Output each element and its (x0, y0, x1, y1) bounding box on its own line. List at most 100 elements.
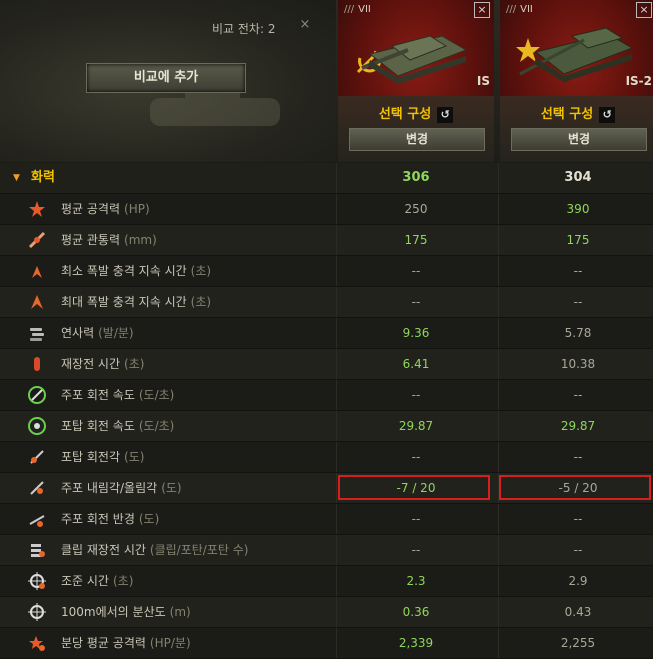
add-to-compare-button[interactable]: 비교에 추가 (86, 63, 246, 93)
stat-label: 클립 재장전 시간 (클립/포탄/포탄 수) (61, 543, 249, 557)
stat-row: 연사력 (발/분) 9.36 5.78 (0, 318, 653, 349)
rate-of-fire-icon (30, 328, 44, 341)
stat-value: 5.78 (564, 326, 592, 340)
gun-arc-icon (29, 515, 45, 527)
stat-label: 재장전 시간 (초) (61, 357, 145, 371)
stat-row: 100m에서의 분산도 (m) 0.36 0.43 (0, 597, 653, 628)
stat-unit: (초) (124, 357, 145, 371)
stat-unit: (도/초) (138, 419, 175, 433)
stat-row: 포탑 회전 속도 (도/초) 29.87 29.87 (0, 411, 653, 442)
stat-value: 2.3 (406, 574, 426, 588)
stat-label: 포탑 회전각 (도) (61, 450, 145, 464)
stat-value: 0.36 (402, 605, 430, 619)
stat-row: 주포 회전 반경 (도) -- -- (0, 504, 653, 535)
stat-value: 9.36 (402, 326, 430, 340)
tank-name: IS (476, 74, 490, 88)
card-footer: 선택 구성 ↺ 변경 (338, 96, 494, 162)
section-firepower[interactable]: ▼ 화력 306 304 (0, 163, 653, 194)
stat-value: 29.87 (398, 419, 434, 433)
stat-label: 평균 공격력 (HP) (61, 202, 150, 216)
section-value: 304 (564, 170, 592, 185)
elevation-icon (30, 481, 44, 495)
stat-unit: (초) (112, 574, 134, 588)
stat-row: 주포 내림각/올림각 (도) -7 / 20 -5 / 20 (0, 473, 653, 504)
clear-compare-button[interactable]: × (296, 16, 314, 34)
tank-image (361, 35, 468, 84)
stat-value: -- (411, 295, 421, 309)
stat-value: 0.43 (564, 605, 592, 619)
stat-row: 평균 관통력 (mm) 175 175 (0, 225, 653, 256)
remove-tank-button[interactable]: × (636, 2, 652, 18)
stat-unit: (초) (190, 264, 212, 278)
penetration-icon (28, 231, 46, 249)
stat-row: 최소 폭발 충격 지속 시간 (초) -- -- (0, 256, 653, 287)
stat-label: 연사력 (발/분) (61, 326, 134, 340)
stat-label: 최소 폭발 충격 지속 시간 (초) (61, 264, 212, 278)
stat-label: 주포 회전 반경 (도) (61, 512, 160, 526)
tank-card-is2: ///VII × IS-2 선택 구성 ↺ 변경 (500, 0, 653, 162)
turret-arc-icon (30, 450, 44, 464)
stat-value: 250 (404, 202, 428, 216)
stat-label: 최대 폭발 충격 지속 시간 (초) (61, 295, 212, 309)
stat-value: 2,255 (560, 636, 596, 650)
stat-unit: (mm) (124, 233, 157, 247)
highlight-box (338, 475, 490, 500)
stat-value: -- (573, 388, 583, 402)
compare-count-label: 비교 전차: 2 (212, 22, 276, 36)
stat-unit: (도/초) (138, 388, 175, 402)
stat-label: 주포 내림각/올림각 (도) (61, 481, 182, 495)
change-config-button[interactable]: 변경 (511, 128, 647, 151)
stat-value: -- (573, 543, 583, 557)
stat-label: 주포 회전 속도 (도/초) (61, 388, 175, 402)
stat-value: -- (411, 388, 421, 402)
stun-max-icon (31, 295, 43, 309)
stat-value: 10.38 (560, 357, 596, 371)
damage-icon (29, 201, 45, 217)
highlight-box (499, 475, 651, 500)
stat-value: 175 (566, 233, 590, 247)
section-value: 306 (402, 170, 430, 185)
stat-unit: (HP/분) (149, 636, 191, 650)
stat-row: 클립 재장전 시간 (클립/포탄/포탄 수) -- -- (0, 535, 653, 566)
stat-unit: (발/분) (98, 326, 134, 340)
stat-unit: (초) (190, 295, 212, 309)
collapse-arrow-icon[interactable]: ▼ (13, 163, 20, 193)
stat-value: -- (573, 295, 583, 309)
stat-row: 주포 회전 속도 (도/초) -- -- (0, 380, 653, 411)
dpm-icon (29, 636, 45, 651)
dispersion-icon (28, 603, 46, 621)
compare-header: 비교 전차: 2 × 비교에 추가 ///VII × IS 선택 구성 ↺ 변경 … (0, 0, 653, 162)
stat-value: 6.41 (402, 357, 430, 371)
reset-config-icon[interactable]: ↺ (437, 106, 454, 123)
change-config-button[interactable]: 변경 (349, 128, 485, 151)
turret-traverse-icon (28, 417, 46, 435)
card-footer: 선택 구성 ↺ 변경 (500, 96, 653, 162)
stat-value: -- (411, 264, 421, 278)
comparison-table: ▼ 화력 306 304 평균 공격력 (HP) 250 390 평균 관통력 (mm) 1… (0, 163, 653, 659)
gun-traverse-icon (28, 386, 46, 404)
stat-label: 분당 평균 공격력 (HP/분) (61, 636, 191, 650)
compare-panel: 비교 전차: 2 × 비교에 추가 (0, 0, 336, 162)
stat-row: 최대 폭발 충격 지속 시간 (초) -- -- (0, 287, 653, 318)
tank-card-is: ///VII × IS 선택 구성 ↺ 변경 (338, 0, 494, 162)
stat-unit: (HP) (124, 202, 150, 216)
stat-rows: 평균 공격력 (HP) 250 390 평균 관통력 (mm) 175 175 최소 폭발 충격… (0, 194, 653, 659)
stat-row: 재장전 시간 (초) 6.41 10.38 (0, 349, 653, 380)
stat-value: -- (573, 512, 583, 526)
stat-value: 29.87 (560, 419, 596, 433)
stat-value: 2,339 (398, 636, 434, 650)
stat-unit: (도) (124, 450, 145, 464)
stun-min-icon (32, 266, 42, 278)
stat-value: -- (411, 512, 421, 526)
remove-tank-button[interactable]: × (474, 2, 490, 18)
stat-row: 평균 공격력 (HP) 250 390 (0, 194, 653, 225)
stat-unit: (클립/포탄/포탄 수) (149, 543, 249, 557)
stat-unit: (도) (161, 481, 182, 495)
reset-config-icon[interactable]: ↺ (599, 106, 616, 123)
tank-image (519, 27, 634, 82)
stat-row: 포탑 회전각 (도) -- -- (0, 442, 653, 473)
stat-unit: (m) (169, 605, 191, 619)
stat-label: 조준 시간 (초) (61, 574, 134, 588)
stat-value: -- (411, 450, 421, 464)
stat-label: 평균 관통력 (mm) (61, 233, 157, 247)
